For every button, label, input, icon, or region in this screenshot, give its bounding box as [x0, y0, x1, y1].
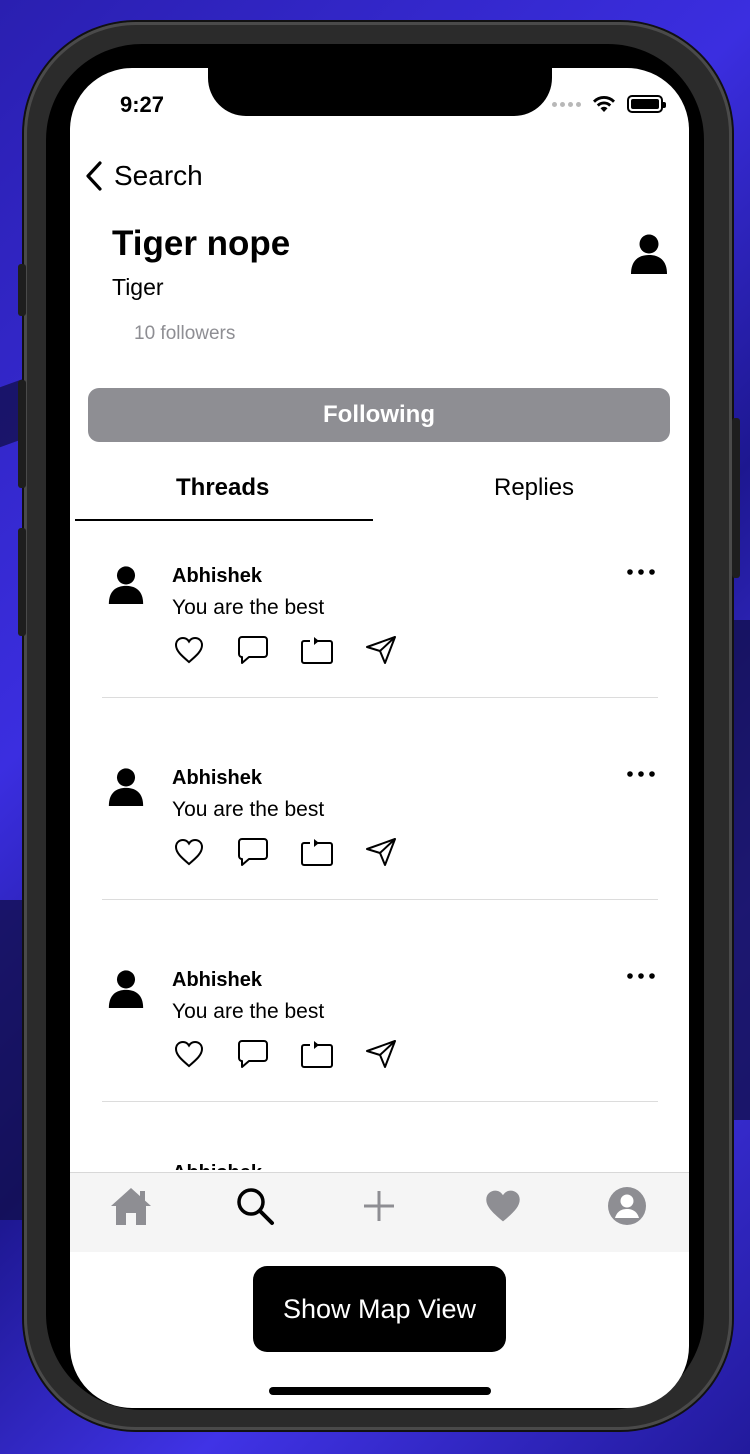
repost-icon: [301, 1041, 333, 1068]
thread-author[interactable]: Abhishek: [172, 565, 262, 588]
search-icon: [237, 1188, 274, 1225]
tabbar-home[interactable]: [105, 1183, 157, 1229]
send-icon: [366, 1040, 396, 1068]
thread-author[interactable]: Abhishek: [172, 767, 262, 790]
thread-text: You are the best: [172, 798, 325, 821]
share-button[interactable]: [364, 1037, 398, 1071]
repost-icon: [301, 637, 333, 664]
thread-actions: [172, 835, 398, 869]
bottom-tab-bar: [70, 1172, 689, 1252]
comment-icon: [238, 1040, 268, 1068]
thread-author-partial: Abhishek: [172, 1162, 262, 1170]
home-indicator: [269, 1387, 491, 1395]
author-avatar-icon: [108, 768, 144, 806]
tab-threads[interactable]: Threads: [176, 474, 269, 502]
author-avatar-icon: [108, 566, 144, 604]
comment-icon: [238, 636, 268, 664]
profile-handle: Tiger: [112, 274, 164, 300]
thread-text: You are the best: [172, 596, 325, 619]
wifi-icon: [593, 95, 615, 112]
like-button[interactable]: [172, 835, 206, 869]
reply-button[interactable]: [236, 1037, 270, 1071]
cellular-signal-icon: [552, 101, 581, 107]
thread-text: You are the best: [172, 1000, 325, 1023]
comment-icon: [238, 838, 268, 866]
more-options-icon[interactable]: [626, 770, 656, 778]
like-button[interactable]: [172, 633, 206, 667]
thread-author[interactable]: Abhishek: [172, 969, 262, 992]
followers-count[interactable]: 10 followers: [134, 323, 235, 345]
status-time: 9:27: [120, 92, 165, 117]
tabbar-new-thread[interactable]: [353, 1183, 405, 1229]
volume-down-button: [18, 528, 26, 636]
volume-up-button: [18, 380, 26, 488]
tab-replies[interactable]: Replies: [494, 474, 574, 502]
heart-icon: [486, 1190, 520, 1222]
repost-button[interactable]: [300, 1037, 334, 1071]
silent-switch: [18, 264, 26, 316]
tabbar-profile[interactable]: [601, 1183, 653, 1229]
like-button[interactable]: [172, 1037, 206, 1071]
author-avatar-icon: [108, 970, 144, 1008]
send-icon: [366, 838, 396, 866]
plus-icon: [364, 1191, 394, 1221]
thread-item: Abhishek You are the best: [70, 538, 689, 740]
thread-divider: [102, 1101, 658, 1102]
home-icon: [111, 1188, 151, 1225]
tabbar-activity[interactable]: [477, 1183, 529, 1229]
device-notch: [208, 68, 552, 116]
battery-icon: [627, 95, 666, 113]
app-screen: 9:27 Search Tiger nope Tiger 10 follower…: [70, 68, 689, 1408]
status-icons: [552, 94, 666, 114]
chevron-left-icon: [86, 161, 102, 191]
tabbar-search[interactable]: [229, 1183, 281, 1229]
back-button[interactable]: Search: [84, 160, 203, 192]
show-map-view-button[interactable]: Show Map View: [253, 1266, 506, 1352]
thread-actions: [172, 633, 398, 667]
reply-button[interactable]: [236, 633, 270, 667]
more-options-icon[interactable]: [626, 568, 656, 576]
tab-selected-indicator: [75, 519, 373, 521]
thread-item: Abhishek You are the best: [70, 740, 689, 942]
power-button: [732, 418, 740, 578]
profile-icon: [608, 1187, 646, 1225]
share-button[interactable]: [364, 835, 398, 869]
repost-button[interactable]: [300, 835, 334, 869]
profile-name: Tiger nope: [112, 224, 291, 263]
back-button-label: Search: [114, 160, 203, 191]
repost-button[interactable]: [300, 633, 334, 667]
more-options-icon[interactable]: [626, 972, 656, 980]
reply-button[interactable]: [236, 835, 270, 869]
following-button[interactable]: Following: [88, 388, 670, 442]
thread-divider: [102, 697, 658, 698]
profile-avatar-icon: [631, 234, 667, 274]
thread-item: Abhishek You are the best: [70, 942, 689, 1144]
heart-outline-icon: [174, 838, 204, 866]
thread-actions: [172, 1037, 398, 1071]
thread-divider: [102, 899, 658, 900]
send-icon: [366, 636, 396, 664]
share-button[interactable]: [364, 633, 398, 667]
heart-outline-icon: [174, 636, 204, 664]
heart-outline-icon: [174, 1040, 204, 1068]
repost-icon: [301, 839, 333, 866]
